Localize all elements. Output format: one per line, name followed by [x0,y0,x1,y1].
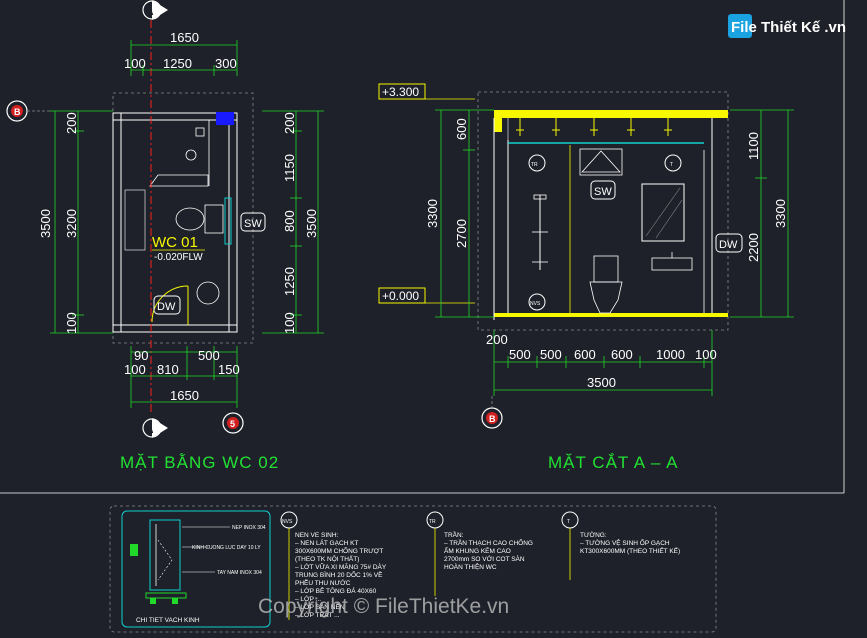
section-bottom-seg-3: 600 [574,347,596,362]
level-top: +3.300 [378,83,475,100]
legend-item-tr: TR TRẦN: – TRẦN THẠCH CAO CHỐNG ẨM KHUNG… [426,511,533,596]
section-marker-bottom: A [142,418,168,438]
plan-left-inner: 3200 [64,209,79,238]
svg-text:B: B [489,414,496,424]
plan-bottom-r1-2: 500 [198,348,220,363]
svg-text:HOÀN THIỆN WC: HOÀN THIỆN WC [444,562,497,571]
detail-label-3: TAY NAM INOX 304 [217,570,262,576]
section-marker-tr: TR [528,154,546,172]
plan-right-total: 3500 [304,209,319,238]
section-bottom-seg-6: 100 [695,347,717,362]
legend-item-t: T TƯỜNG: – TƯỜNG VỆ SINH ỐP GẠCH KT300X6… [561,511,680,580]
level-bottom: +0.000 [378,287,475,304]
svg-text:T: T [670,162,673,168]
plan-bottom-r2-2: 810 [157,362,179,377]
section-left-seg-1: 600 [454,118,469,140]
svg-text:2700mm SO VỚI COT SÀN: 2700mm SO VỚI COT SÀN [444,554,525,563]
detail-label-2: KINH CUONG LUC DAY 10 LY [192,545,261,551]
svg-text:TR: TR [429,519,436,525]
cad-drawing: File Thiết Kế .vn WC 01 -0.020FLW SW DW … [0,0,846,633]
plan-right-seg-4: 1250 [282,267,297,296]
plan-right-seg-2: 1150 [282,154,297,182]
svg-text:NEN VE SINH:: NEN VE SINH: [295,532,339,539]
svg-text:TRẦN:: TRẦN: [444,529,464,539]
plan-right-seg-5: 100 [282,312,297,334]
plan-bottom-r1-1: 90 [134,348,148,363]
plan-left-total: 3500 [38,209,53,238]
svg-text:A: A [147,7,154,17]
svg-text:NVS: NVS [282,519,293,525]
section-tag-dw: DW [719,239,738,251]
plan-tag-dw: DW [157,301,176,313]
section-marker-t: T [664,154,682,172]
svg-text:TR: TR [531,162,538,168]
plan-tag-sw: SW [244,218,262,230]
section-bottom-extra: 200 [486,332,508,347]
section-title: MẶT CẮT A – A [548,453,678,472]
plan-top-total: 1650 [170,30,199,45]
section-tag-sw: SW [594,186,612,198]
plan-bottom-r2-1: 100 [124,362,146,377]
svg-text:+0.000: +0.000 [382,289,419,303]
section-left-total: 3300 [425,199,440,228]
svg-text:– LỚP BÊ TÔNG ĐÁ 40X60: – LỚP BÊ TÔNG ĐÁ 40X60 [295,586,377,595]
section-axis-marker: B [481,396,503,429]
section-view: TR T NVS SW DW +3.300 +0.000 600 2700 33… [378,83,794,472]
section-bottom-total: 3500 [587,375,616,390]
logo: File Thiết Kế .vn [728,14,846,38]
room-name: WC 01 [152,234,198,251]
svg-text:– LỚT VỮA XI MĂNG 75# DÀY: – LỚT VỮA XI MĂNG 75# DÀY [295,562,387,571]
svg-text:PHỄU THU NƯỚC: PHỄU THU NƯỚC [295,578,351,587]
plan-bottom-r2-3: 150 [218,362,240,377]
axis-marker-bottom: 5 [222,412,244,434]
plan-title: MẶT BẰNG WC 02 [120,453,279,472]
plan-bottom-total: 1650 [170,388,199,403]
plan-top-seg-2: 1250 [163,56,192,71]
plan-top-seg-1: 100 [124,56,146,71]
svg-text:B: B [14,107,21,117]
section-right-total: 3300 [773,199,788,228]
plan-left-seg-2: 100 [64,312,79,334]
room-level: -0.020FLW [154,252,203,263]
svg-text:5: 5 [230,419,235,429]
plan-left-seg-1: 200 [64,112,79,134]
section-marker-top: A [142,0,168,20]
plan-right-seg-1: 200 [282,112,297,134]
svg-text:A: A [147,425,154,435]
svg-text:+3.300: +3.300 [382,85,419,99]
detail-label-1: NEP INOX 304 [232,525,266,531]
svg-text:– NEN LÁT GẠCH KT: – NEN LÁT GẠCH KT [295,538,358,547]
axis-marker-left: B [6,100,50,122]
section-bottom-seg-4: 600 [611,347,633,362]
plan-view: WC 01 -0.020FLW SW DW 1650 100 1250 300 [6,0,324,472]
section-bottom-seg-5: 1000 [656,347,685,362]
section-marker-nvs: NVS [528,293,546,311]
watermark-copyright: Copyright © FileThietKe.vn [258,595,509,618]
plan-right-seg-3: 800 [282,210,297,232]
section-bottom-seg-1: 500 [509,347,531,362]
section-bottom-seg-2: 500 [540,347,562,362]
section-right-seg-1: 1100 [746,132,761,160]
detail-title: CHI TIET VACH KINH [136,617,200,624]
section-right-seg-2: 2200 [746,233,761,262]
plan-top-seg-3: 300 [215,56,237,71]
section-left-seg-2: 2700 [454,219,469,248]
svg-text:ẨM KHUNG KẼM CAO: ẨM KHUNG KẼM CAO [444,546,511,555]
logo-text: File Thiết Kế .vn [731,19,846,36]
svg-text:NVS: NVS [530,301,541,307]
svg-text:T: T [567,519,570,525]
svg-text:TƯỜNG:: TƯỜNG: [580,530,607,539]
